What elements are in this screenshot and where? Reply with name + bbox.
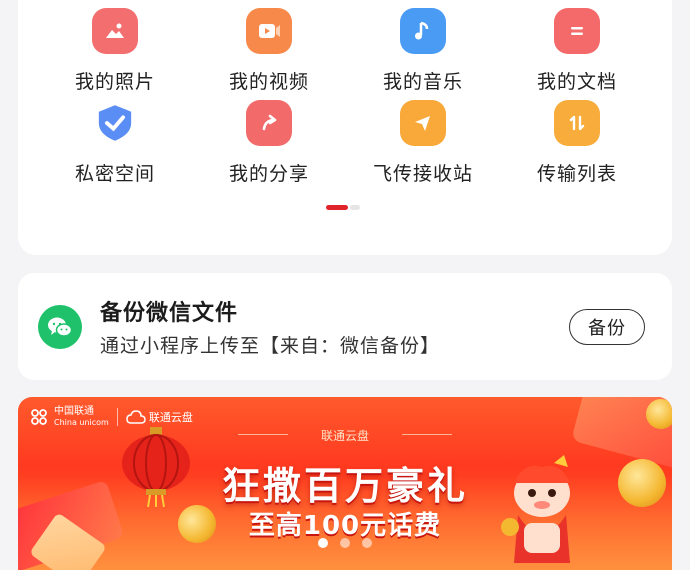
brand-text: 中国联通 China unicom xyxy=(54,406,109,428)
banner-page-dot xyxy=(362,538,372,548)
banner-page-dot xyxy=(340,538,350,548)
grid-item-videos[interactable]: 我的视频 xyxy=(194,8,344,94)
share-arrow-icon xyxy=(246,100,292,146)
page-dot-active xyxy=(326,205,348,210)
quick-access-card: 我的照片 我的视频 我的音乐 我的文档 私密空间 我的分享 飞传接收站 传输列表 xyxy=(18,0,672,255)
grid-item-label: 私密空间 xyxy=(74,163,155,185)
transfer-arrows-icon xyxy=(554,100,600,146)
grid-item-transfer-list[interactable]: 传输列表 xyxy=(502,100,652,186)
grid-item-shares[interactable]: 我的分享 xyxy=(194,100,344,186)
backup-title: 备份微信文件 xyxy=(100,301,239,326)
cloud-brand-name: 联通云盘 xyxy=(148,411,193,424)
grid-item-label: 我的音乐 xyxy=(382,71,463,93)
grid-item-label: 我的分享 xyxy=(228,163,309,185)
page-dot xyxy=(350,205,360,210)
coin-decoration xyxy=(646,399,672,429)
tagline-text: 联通云盘 xyxy=(320,429,369,443)
music-icon xyxy=(400,8,446,54)
cloud-icon xyxy=(126,410,146,424)
grid-item-music[interactable]: 我的音乐 xyxy=(348,8,498,94)
dragon-mascot-icon xyxy=(501,455,570,563)
grid-item-label: 飞传接收站 xyxy=(372,163,473,185)
grid-item-label: 我的视频 xyxy=(228,71,309,93)
photo-icon xyxy=(92,8,138,54)
grid-item-photos[interactable]: 我的照片 xyxy=(40,8,190,94)
brand-divider xyxy=(116,408,118,426)
video-icon xyxy=(246,8,292,54)
banner-tagline: 联通云盘 xyxy=(18,427,672,444)
backup-button[interactable]: 备份 xyxy=(569,309,645,345)
wechat-backup-card[interactable]: 备份微信文件 通过小程序上传至【来自：微信备份】 备份 xyxy=(18,273,672,380)
backup-subtitle: 通过小程序上传至【来自：微信备份】 xyxy=(100,335,441,357)
grid-item-label: 传输列表 xyxy=(536,163,617,185)
grid-item-air-transfer[interactable]: 飞传接收站 xyxy=(348,100,498,186)
promo-banner[interactable]: 中国联通 China unicom 联通云盘 联通云盘 狂撒百万豪礼 至高100… xyxy=(18,397,672,570)
shield-check-icon xyxy=(92,100,138,146)
document-icon xyxy=(554,8,600,54)
grid-item-label: 我的照片 xyxy=(74,71,155,93)
china-unicom-logo-icon xyxy=(31,409,47,425)
grid-item-documents[interactable]: 我的文档 xyxy=(502,8,652,94)
banner-page-indicator xyxy=(18,533,672,552)
grid-item-label: 我的文档 xyxy=(536,71,617,93)
wechat-icon xyxy=(38,305,82,349)
brand-cn: 中国联通 xyxy=(54,406,94,417)
banner-page-dot-active xyxy=(318,538,328,548)
paper-plane-icon xyxy=(400,100,446,146)
grid-item-private-space[interactable]: 私密空间 xyxy=(40,100,190,186)
